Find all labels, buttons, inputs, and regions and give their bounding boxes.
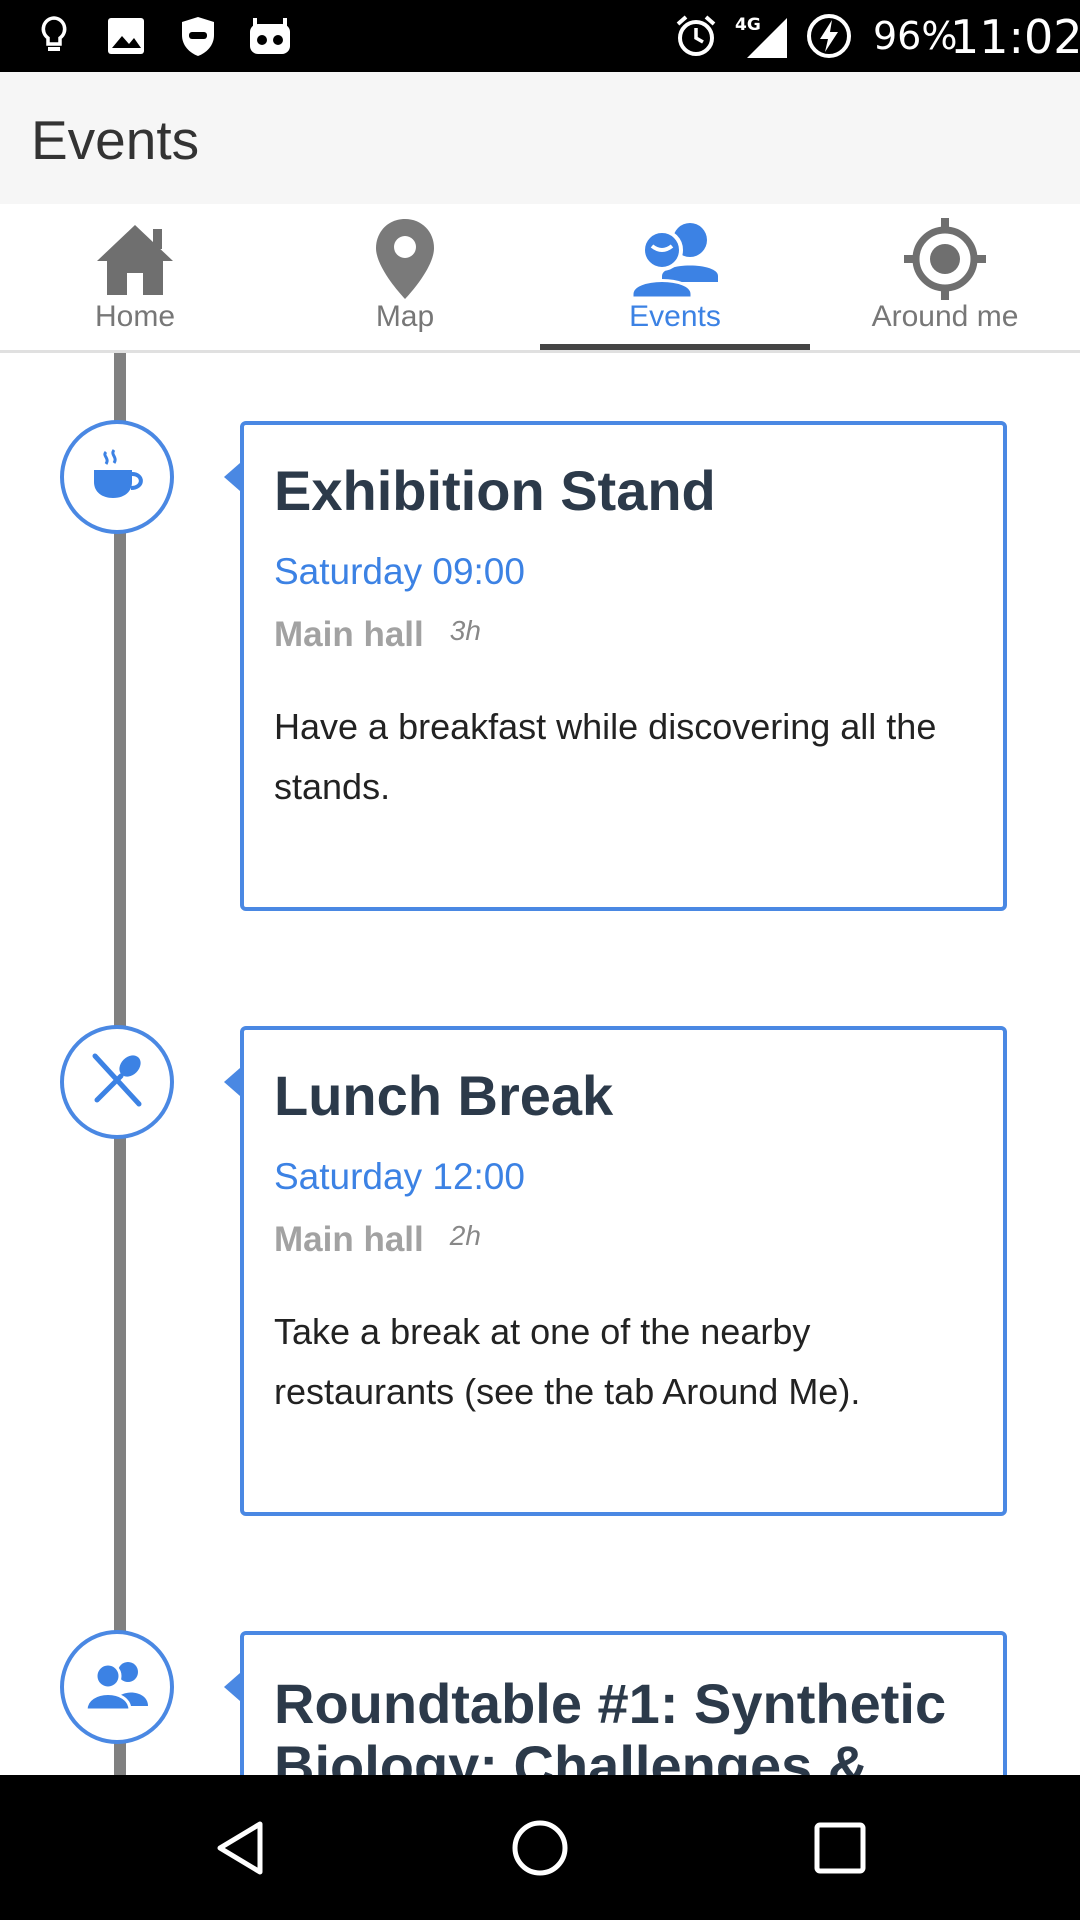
event-node — [60, 1630, 174, 1744]
back-icon[interactable] — [180, 1775, 300, 1920]
home-icon — [0, 214, 270, 304]
event-place: Main hall — [274, 615, 424, 654]
group-icon — [84, 1658, 148, 1717]
home-circle-icon[interactable] — [480, 1775, 600, 1920]
event-time: Saturday 09:00 — [274, 551, 525, 592]
lightbulb-icon — [34, 12, 74, 60]
tab-indicator — [540, 344, 810, 350]
android-robot-icon — [246, 12, 294, 60]
event-title: Roundtable #1: Synthetic Biology: Challe… — [274, 1672, 947, 1776]
event-time: Saturday 12:00 — [274, 1156, 525, 1197]
tab-home-label: Home — [94, 300, 176, 333]
map-pin-icon — [270, 214, 540, 304]
event-card[interactable]: Lunch Break Saturday 12:00 Main hall 2h T… — [224, 1026, 1007, 1516]
page-title: Events — [31, 109, 200, 171]
svg-text:4G: 4G — [735, 15, 761, 35]
people-icon — [540, 214, 810, 304]
tab-home[interactable]: Home — [0, 204, 270, 350]
event-meta: Main hall 3h — [274, 615, 973, 659]
event-duration: 3h — [449, 615, 481, 646]
event-description: Have a breakfast while discovering all t… — [274, 706, 937, 807]
event-duration: 2h — [449, 1220, 481, 1251]
event-meta: Main hall 2h — [274, 1220, 973, 1264]
event-place: Main hall — [274, 1220, 424, 1259]
event-node — [60, 1025, 174, 1139]
battery-percent: 96% — [873, 14, 958, 58]
tab-events[interactable]: Events — [540, 204, 810, 350]
alarm-icon — [672, 12, 720, 60]
event-title: Lunch Break — [274, 1064, 614, 1127]
fork-spoon-icon — [87, 1050, 147, 1115]
recents-icon[interactable] — [780, 1775, 900, 1920]
status-bar: 4G 96% 11:02 — [0, 0, 1080, 72]
event-title: Exhibition Stand — [274, 459, 716, 522]
event-card[interactable]: Roundtable #1: Synthetic Biology: Challe… — [224, 1631, 1007, 1776]
tab-map-label: Map — [375, 300, 435, 333]
battery-charging-icon — [804, 12, 854, 60]
tab-bar: Home Map Events Around me — [0, 204, 1080, 353]
image-icon — [104, 12, 148, 60]
tab-map[interactable]: Map — [270, 204, 540, 350]
events-timeline[interactable]: Exhibition Stand Saturday 09:00 Main hal… — [0, 353, 1080, 1775]
card-pointer — [224, 463, 240, 491]
card-pointer — [224, 1673, 240, 1701]
crosshair-icon — [810, 214, 1080, 304]
coffee-cup-icon — [88, 446, 146, 509]
app-bar: Events — [0, 72, 1080, 204]
shield-icon — [176, 12, 220, 60]
navigation-bar — [0, 1775, 1080, 1920]
tab-around-me-label: Around me — [871, 300, 1019, 333]
event-card[interactable]: Exhibition Stand Saturday 09:00 Main hal… — [224, 421, 1007, 911]
tab-around-me[interactable]: Around me — [810, 204, 1080, 350]
clock: 11:02 — [950, 10, 1080, 64]
card-pointer — [224, 1068, 240, 1096]
tab-events-label: Events — [629, 300, 721, 333]
event-description: Take a break at one of the nearby restau… — [274, 1311, 861, 1412]
event-node — [60, 420, 174, 534]
signal-icon: 4G — [735, 12, 791, 60]
